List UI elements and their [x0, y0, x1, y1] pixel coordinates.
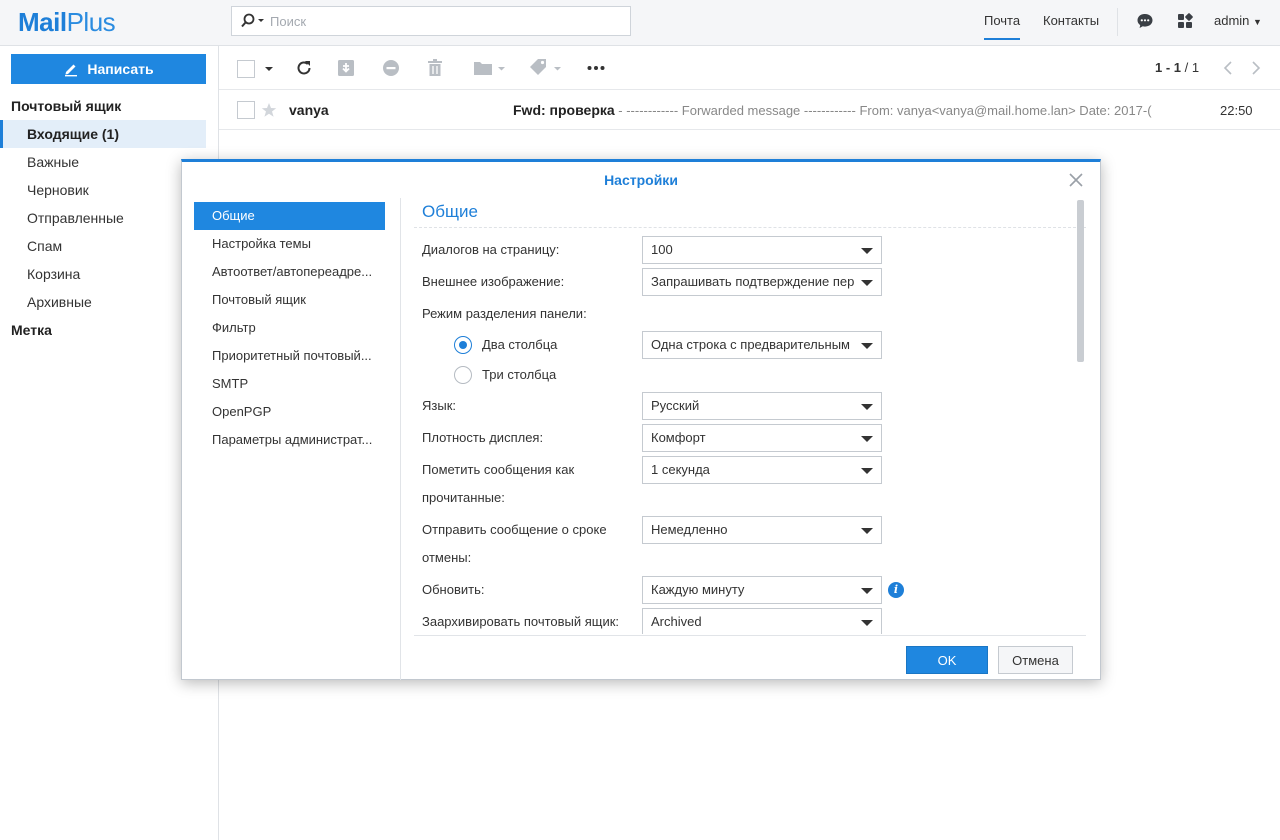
refresh-select[interactable]: Каждую минуту — [642, 576, 882, 604]
chevron-down-icon — [861, 468, 873, 474]
footer-divider — [414, 635, 1086, 636]
tab-contacts[interactable]: Контакты — [1043, 13, 1099, 28]
divider — [1117, 8, 1118, 36]
chevron-down-icon[interactable] — [263, 58, 275, 78]
chevron-down-icon — [861, 436, 873, 442]
sidebar-item-spam[interactable]: Спам — [0, 232, 206, 260]
pencil-icon — [65, 64, 78, 77]
search-icon[interactable] — [240, 13, 266, 29]
undo-send-label: Отправить сообщение о сроке — [422, 522, 607, 537]
external-image-select[interactable]: Запрашивать подтверждение пер — [642, 268, 882, 296]
language-select[interactable]: Русский — [642, 392, 882, 420]
per-page-select[interactable]: 100 — [642, 236, 882, 264]
chevron-down-icon — [861, 620, 873, 626]
sidebar-item-inbox[interactable]: Входящие (1) — [0, 120, 206, 148]
block-icon[interactable] — [381, 58, 401, 78]
close-icon[interactable] — [1068, 172, 1084, 188]
tab-mail[interactable]: Почта — [984, 13, 1021, 40]
settings-content: Общие Диалогов на страницу: 100 Внешнее … — [414, 198, 1086, 634]
settings-nav-admin[interactable]: Параметры администрат... — [194, 426, 385, 454]
star-icon[interactable] — [261, 102, 277, 118]
cancel-button[interactable]: Отмена — [998, 646, 1073, 674]
external-image-label: Внешнее изображение: — [422, 274, 565, 289]
top-bar: MailPlus Почта Контакты admin ▼ — [0, 0, 1280, 46]
mailbox-heading[interactable]: Почтовый ящик — [11, 98, 121, 114]
two-columns-preview-select[interactable]: Одна строка с предварительным — [642, 331, 882, 359]
section-title: Общие — [422, 202, 478, 221]
mark-read-label-cont: прочитанные: — [422, 490, 505, 505]
language-label: Язык: — [422, 398, 456, 413]
settings-nav-general[interactable]: Общие — [194, 202, 385, 230]
settings-nav-theme[interactable]: Настройка темы — [194, 230, 385, 258]
settings-nav: Общие Настройка темы Автоответ/автопереа… — [182, 198, 401, 680]
density-select[interactable]: Комфорт — [642, 424, 882, 452]
tag-icon[interactable] — [528, 58, 564, 78]
two-columns-radio[interactable] — [454, 336, 472, 354]
section-divider — [414, 227, 1086, 228]
undo-send-select[interactable]: Немедленно — [642, 516, 882, 544]
mailplus-logo[interactable]: MailPlus — [18, 7, 116, 38]
sidebar-item-sent[interactable]: Отправленные — [0, 204, 206, 232]
refresh-icon[interactable] — [294, 58, 314, 78]
search-box[interactable] — [231, 6, 631, 36]
chevron-down-icon — [861, 588, 873, 594]
user-menu[interactable]: admin ▼ — [1214, 13, 1262, 28]
archive-icon[interactable] — [336, 58, 356, 78]
settings-nav-mailbox[interactable]: Почтовый ящик — [194, 286, 385, 314]
three-columns-label[interactable]: Три столбца — [482, 361, 556, 389]
message-sender: vanya — [289, 102, 329, 118]
split-mode-label: Режим разделения панели: — [422, 306, 587, 321]
chat-icon[interactable] — [1136, 12, 1154, 30]
prev-page-icon[interactable] — [1221, 58, 1235, 78]
table-row[interactable]: vanya Fwd: проверка - ------------ Forwa… — [219, 90, 1280, 130]
per-page-label: Диалогов на страницу: — [422, 242, 560, 257]
undo-send-label-cont: отмены: — [422, 550, 472, 565]
settings-nav-smtp[interactable]: SMTP — [194, 370, 385, 398]
mark-read-label: Пометить сообщения как — [422, 462, 575, 477]
sidebar-item-drafts[interactable]: Черновик — [0, 176, 206, 204]
refresh-label: Обновить: — [422, 582, 485, 597]
sidebar-item-trash[interactable]: Корзина — [0, 260, 206, 288]
message-subject: Fwd: проверка - ------------ Forwarded m… — [513, 102, 1152, 118]
settings-nav-priority[interactable]: Приоритетный почтовый... — [194, 342, 385, 370]
search-input[interactable] — [270, 7, 620, 35]
settings-nav-openpgp[interactable]: OpenPGP — [194, 398, 385, 426]
mark-read-select[interactable]: 1 секунда — [642, 456, 882, 484]
archive-mailbox-label: Заархивировать почтовый ящик: — [422, 614, 620, 629]
three-columns-radio[interactable] — [454, 366, 472, 384]
label-heading[interactable]: Метка — [11, 322, 52, 338]
chevron-down-icon: ▼ — [1253, 17, 1262, 27]
settings-dialog: Настройки Общие Настройка темы Автоответ… — [181, 159, 1101, 680]
settings-nav-filter[interactable]: Фильтр — [194, 314, 385, 342]
delete-icon[interactable] — [425, 58, 445, 78]
sidebar-item-important[interactable]: Важные — [0, 148, 206, 176]
message-toolbar: 1 - 1 / 1 — [219, 46, 1280, 90]
compose-button[interactable]: Написать — [11, 54, 206, 84]
settings-nav-autoreply[interactable]: Автоответ/автопереадре... — [194, 258, 385, 286]
info-icon[interactable]: i — [888, 582, 904, 598]
chevron-down-icon — [861, 280, 873, 286]
compose-label: Написать — [87, 61, 154, 77]
density-label: Плотность дисплея: — [422, 430, 544, 445]
settings-scrollbar[interactable] — [1077, 200, 1084, 362]
chevron-down-icon — [861, 404, 873, 410]
ok-button[interactable]: OK — [906, 646, 988, 674]
message-checkbox[interactable] — [237, 101, 255, 119]
archive-mailbox-select[interactable]: Archived — [642, 608, 882, 634]
chevron-down-icon — [861, 343, 873, 349]
chevron-down-icon — [861, 248, 873, 254]
pager: 1 - 1 / 1 — [1155, 60, 1200, 75]
chevron-down-icon — [861, 528, 873, 534]
message-time: 22:50 — [1220, 103, 1253, 118]
move-folder-icon[interactable] — [473, 58, 507, 78]
more-icon[interactable] — [586, 58, 606, 78]
apps-icon[interactable] — [1176, 12, 1194, 30]
select-all-checkbox[interactable] — [237, 60, 255, 78]
next-page-icon[interactable] — [1249, 58, 1263, 78]
two-columns-label[interactable]: Два столбца — [482, 331, 557, 359]
dialog-title: Настройки — [604, 172, 678, 188]
sidebar-item-archive[interactable]: Архивные — [0, 288, 206, 316]
